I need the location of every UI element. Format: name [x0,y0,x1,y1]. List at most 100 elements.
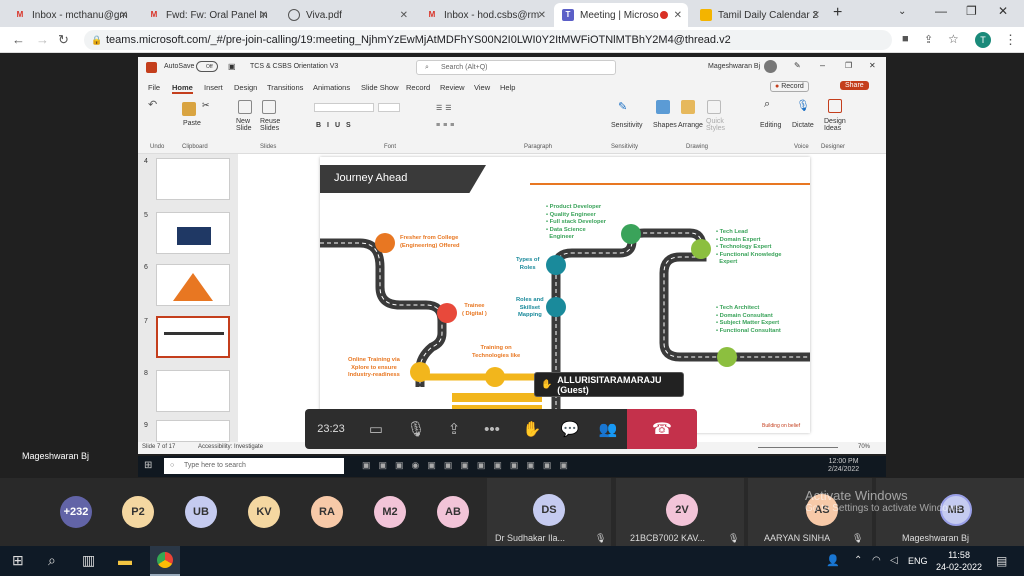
avatar-ub[interactable]: UB [185,496,217,528]
slide-thumbnail-6[interactable] [156,264,230,306]
avatar-kv[interactable]: KV [248,496,280,528]
chat-icon[interactable]: 💬 [551,409,589,449]
close-icon[interactable]: ✕ [538,10,546,21]
participant-tile[interactable]: 2V 21BCB7002 KAV... 🎙 [616,478,744,546]
close-icon[interactable]: ✕ [260,10,268,21]
windows-start-icon[interactable]: ⊞ [12,552,24,569]
new-slide-icon[interactable] [238,100,252,114]
avatar-ra[interactable]: RA [311,496,343,528]
chevron-up-icon[interactable]: ⌃ [854,555,862,566]
file-explorer-icon[interactable]: ▬ [118,552,132,568]
close-icon[interactable]: ✕ [812,10,820,21]
tab-design[interactable]: Design [234,83,257,92]
tab-home[interactable]: Home [172,83,193,94]
editing-icon[interactable]: ⌕ [764,98,778,112]
volume-icon[interactable]: ◁ [890,555,898,566]
wifi-icon[interactable]: ◠ [872,555,881,566]
raise-hand-icon[interactable]: ✋ [513,409,551,449]
minimize-button[interactable]: – [820,60,825,70]
tab-inbox-mcthanu[interactable]: M Inbox - mcthanu@gm ✕ [6,3,134,27]
slide-thumbnail-5[interactable] [156,212,230,254]
more-actions-icon[interactable]: ••• [473,409,511,449]
more-icon[interactable]: ⋮ [1004,32,1017,48]
tab-record[interactable]: Record [406,83,430,92]
save-icon[interactable]: ▣ [228,62,236,71]
close-icon[interactable]: ✕ [120,10,128,21]
restore-button[interactable]: ❐ [966,4,977,18]
camera-off-icon[interactable]: ▭ [357,409,395,449]
tab-animations[interactable]: Animations [313,83,350,92]
search-icon[interactable]: ⌕ [48,552,56,569]
font-size-field[interactable] [378,103,400,112]
tab-view[interactable]: View [474,83,490,92]
forward-icon[interactable]: → [36,32,49,47]
accessibility-status[interactable]: Accessibility: Investigate [198,444,263,450]
paste-icon[interactable] [182,102,196,116]
avatar-p2[interactable]: P2 [122,496,154,528]
leave-call-button[interactable]: ☎ [627,409,697,449]
font-style-buttons[interactable]: BIUS [316,122,357,129]
slide-thumbnail-7-selected[interactable] [156,316,230,358]
tab-tamil-calendar[interactable]: Tamil Daily Calendar 2 ✕ [692,3,826,27]
minimize-button[interactable]: — [935,4,947,18]
share-button[interactable]: Share [840,81,869,90]
cut-icon[interactable]: ✂ [202,100,216,114]
star-icon[interactable]: ☆ [948,32,959,46]
autosave-toggle[interactable]: Off [196,61,218,72]
tab-slide-show[interactable]: Slide Show [361,83,399,92]
profile-avatar[interactable]: T [975,32,991,48]
slide-thumbnail-9[interactable] [156,420,230,442]
chrome-taskbar-button[interactable] [150,546,180,576]
slide-thumbnail-4[interactable] [156,158,230,200]
task-view-icon[interactable]: ▥ [82,552,95,569]
tab-help[interactable]: Help [500,83,515,92]
pen-icon[interactable]: ✎ [794,61,801,70]
people-icon[interactable]: 👤 [826,554,840,567]
search-box[interactable]: ⌕ Search (Alt+Q) [416,60,616,75]
shapes-icon[interactable] [656,100,670,114]
back-icon[interactable]: ← [12,32,25,47]
close-icon[interactable]: ✕ [674,10,682,21]
system-clock[interactable]: 11:58 24-02-2022 [936,549,982,573]
avatar-m2[interactable]: M2 [374,496,406,528]
zoom-slider[interactable] [758,447,838,448]
avatar-ab[interactable]: AB [437,496,469,528]
reload-icon[interactable]: ↻ [58,32,69,48]
tab-meeting-teams[interactable]: T Meeting | Microso ✕ [554,3,688,27]
share-screen-icon[interactable]: ⇪ [435,409,473,449]
camera-icon[interactable]: ■ [902,33,909,45]
list-buttons[interactable]: ☰☰ [436,104,455,112]
undo-icon[interactable]: ↶ [148,98,162,112]
new-tab-button[interactable]: + [833,4,842,22]
record-button[interactable]: ● Record [770,81,809,92]
reuse-slides-icon[interactable] [262,100,276,114]
tab-insert[interactable]: Insert [204,83,223,92]
designer-icon[interactable] [828,99,842,113]
more-participants-badge[interactable]: +232 [60,496,92,528]
restore-button[interactable]: ❐ [845,61,852,70]
chevron-down-icon[interactable]: ⌄ [898,6,906,17]
close-icon[interactable]: ✕ [400,10,408,21]
sensitivity-icon[interactable]: ✎ [618,100,632,114]
participant-tile[interactable]: DS Dr Sudhakar Ila... 🎙 [487,478,611,546]
share-icon[interactable]: ⇪ [924,33,933,46]
zoom-level[interactable]: 70% [858,444,870,450]
tab-file[interactable]: File [148,83,160,92]
arrange-icon[interactable] [681,100,695,114]
participants-icon[interactable]: 👥 [589,409,627,449]
tab-fwd-oral-panel[interactable]: M Fwd: Fw: Oral Panel In ✕ [140,3,274,27]
close-window-button[interactable]: ✕ [869,61,876,70]
microphone-icon[interactable]: 🎙 [796,99,810,113]
tab-viva-pdf[interactable]: Viva.pdf ✕ [280,3,414,27]
close-window-button[interactable]: ✕ [998,4,1008,18]
quick-styles-icon[interactable] [707,100,721,114]
mic-off-icon[interactable]: 🎙 [397,409,435,449]
url-field[interactable]: 🔒 teams.microsoft.com/_#/pre-join-calling… [84,30,892,50]
language-indicator[interactable]: ENG [908,556,928,566]
slide-thumbnail-8[interactable] [156,370,230,412]
tab-review[interactable]: Review [440,83,465,92]
notifications-icon[interactable]: ▤ [996,554,1007,568]
user-avatar[interactable] [764,60,777,73]
font-name-field[interactable] [314,103,374,112]
align-buttons[interactable]: ≡≡≡ [436,122,457,129]
